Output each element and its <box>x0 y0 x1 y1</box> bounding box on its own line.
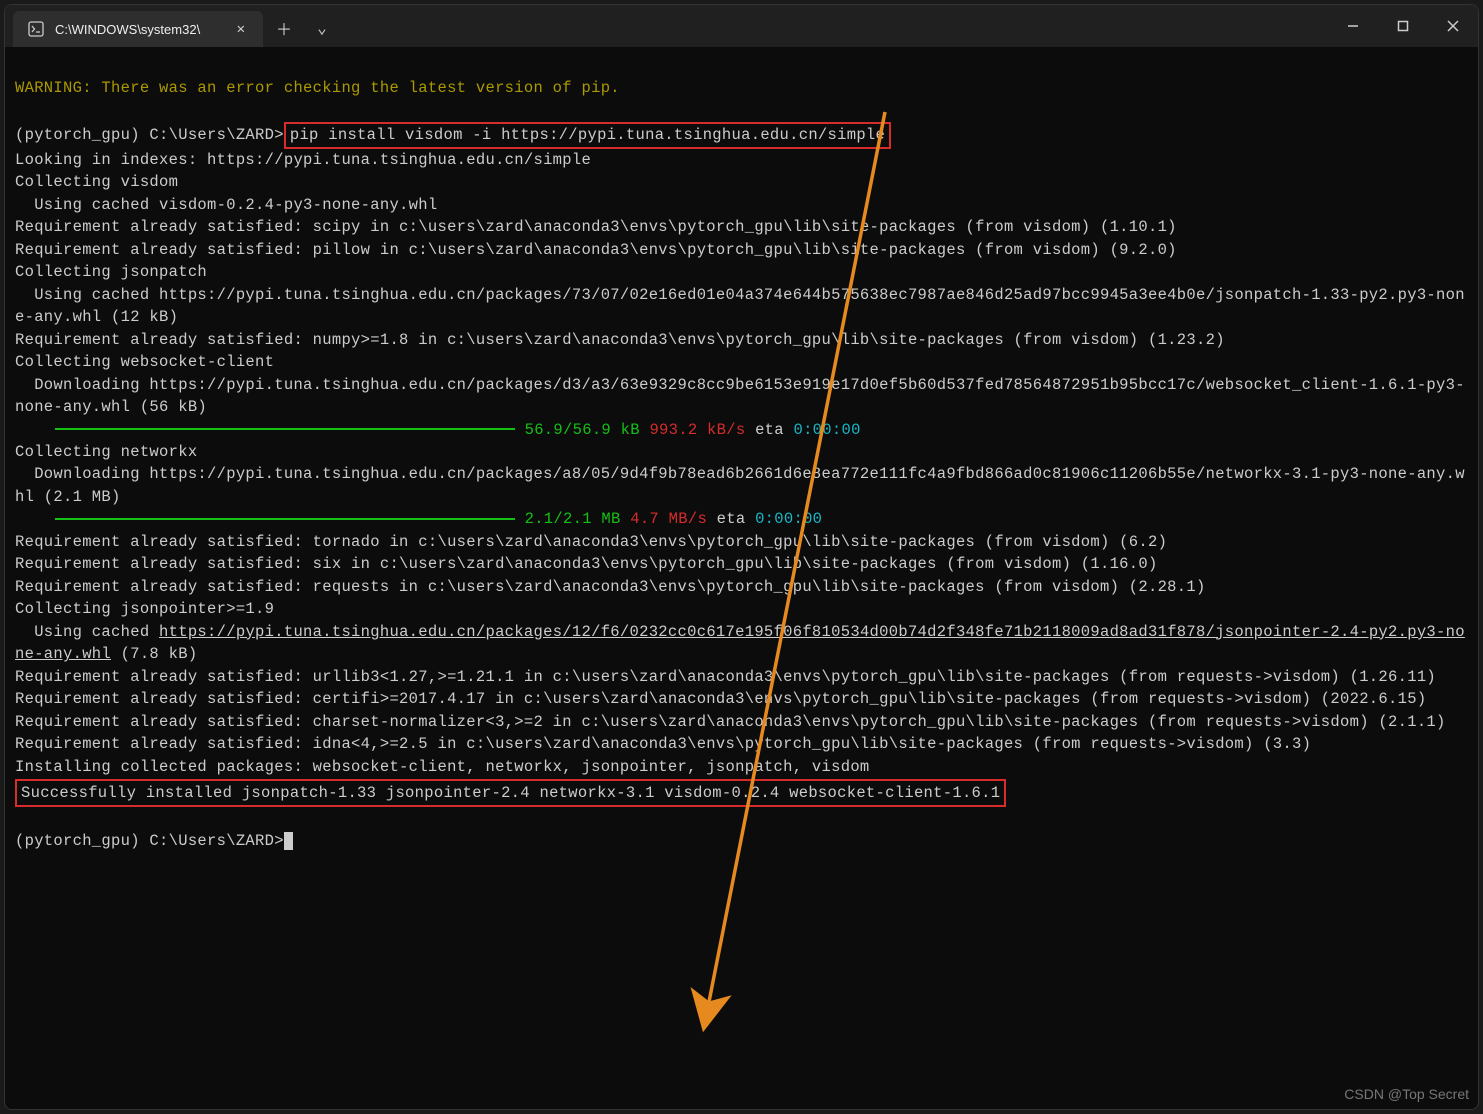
output-line: Collecting visdom <box>15 173 178 191</box>
output-line: Collecting networkx <box>15 443 197 461</box>
output-line: Looking in indexes: https://pypi.tuna.ts… <box>15 151 591 169</box>
output-line: Requirement already satisfied: pillow in… <box>15 241 1177 259</box>
maximize-button[interactable] <box>1378 5 1428 47</box>
cursor <box>284 832 293 850</box>
window-controls <box>1328 5 1478 47</box>
progress-eta: 0:00:00 <box>793 421 860 439</box>
new-tab-button[interactable]: ＋ <box>267 11 301 45</box>
output-line: Downloading https://pypi.tuna.tsinghua.e… <box>15 465 1465 505</box>
output-line: Requirement already satisfied: charset-n… <box>15 713 1446 731</box>
output-line: Collecting jsonpointer>=1.9 <box>15 600 274 618</box>
output-line: Requirement already satisfied: requests … <box>15 578 1206 596</box>
highlighted-success: Successfully installed jsonpatch-1.33 js… <box>15 779 1006 807</box>
minimize-button[interactable] <box>1328 5 1378 47</box>
cached-url: https://pypi.tuna.tsinghua.edu.cn/packag… <box>15 623 1465 663</box>
terminal-window: C:\WINDOWS\system32\ ✕ ＋ ⌄ WARNING: Ther… <box>4 4 1479 1110</box>
progress-eta-label: eta <box>755 421 784 439</box>
prompt-path: C:\Users\ZARD> <box>149 126 283 144</box>
tab-dropdown-button[interactable]: ⌄ <box>305 11 339 45</box>
output-line: Using cached visdom-0.2.4-py3-none-any.w… <box>15 196 437 214</box>
terminal-content[interactable]: WARNING: There was an error checking the… <box>5 47 1478 1109</box>
warning-line: WARNING: There was an error checking the… <box>15 79 620 97</box>
progress-size: 56.9/56.9 kB <box>525 421 640 439</box>
titlebar[interactable]: C:\WINDOWS\system32\ ✕ ＋ ⌄ <box>5 5 1478 47</box>
output-line: Collecting websocket-client <box>15 353 274 371</box>
progress-bar: 56.9/56.9 kB 993.2 kB/s eta 0:00:00 <box>15 421 861 439</box>
output-line: Requirement already satisfied: numpy>=1.… <box>15 331 1225 349</box>
prompt: (pytorch_gpu) C:\Users\ZARD> <box>15 832 284 850</box>
output-line: Downloading https://pypi.tuna.tsinghua.e… <box>15 376 1465 416</box>
tab-title: C:\WINDOWS\system32\ <box>55 22 221 37</box>
output-line: Using cached https://pypi.tuna.tsinghua.… <box>15 286 1465 326</box>
watermark: CSDN @Top Secret <box>1344 1086 1469 1102</box>
output-line: Requirement already satisfied: certifi>=… <box>15 690 1426 708</box>
progress-bar: 2.1/2.1 MB 4.7 MB/s eta 0:00:00 <box>15 510 822 528</box>
progress-speed: 4.7 MB/s <box>630 510 707 528</box>
progress-eta: 0:00:00 <box>755 510 822 528</box>
progress-eta-label: eta <box>717 510 746 528</box>
output-line: Requirement already satisfied: scipy in … <box>15 218 1177 236</box>
output-line: Requirement already satisfied: tornado i… <box>15 533 1167 551</box>
output-line: Requirement already satisfied: urllib3<1… <box>15 668 1436 686</box>
highlighted-command: pip install visdom -i https://pypi.tuna.… <box>284 122 891 148</box>
tab-active[interactable]: C:\WINDOWS\system32\ ✕ <box>13 11 263 47</box>
output-line: Requirement already satisfied: six in c:… <box>15 555 1158 573</box>
progress-size: 2.1/2.1 MB <box>525 510 621 528</box>
progress-speed: 993.2 kB/s <box>649 421 745 439</box>
output-line: Installing collected packages: websocket… <box>15 758 870 776</box>
output-line: Using cached https://pypi.tuna.tsinghua.… <box>15 623 1465 663</box>
output-line: Collecting jsonpatch <box>15 263 207 281</box>
output-line: Requirement already satisfied: idna<4,>=… <box>15 735 1311 753</box>
prompt-env: (pytorch_gpu) <box>15 126 149 144</box>
close-button[interactable] <box>1428 5 1478 47</box>
tab-close-button[interactable]: ✕ <box>231 19 251 40</box>
terminal-icon <box>27 20 45 38</box>
